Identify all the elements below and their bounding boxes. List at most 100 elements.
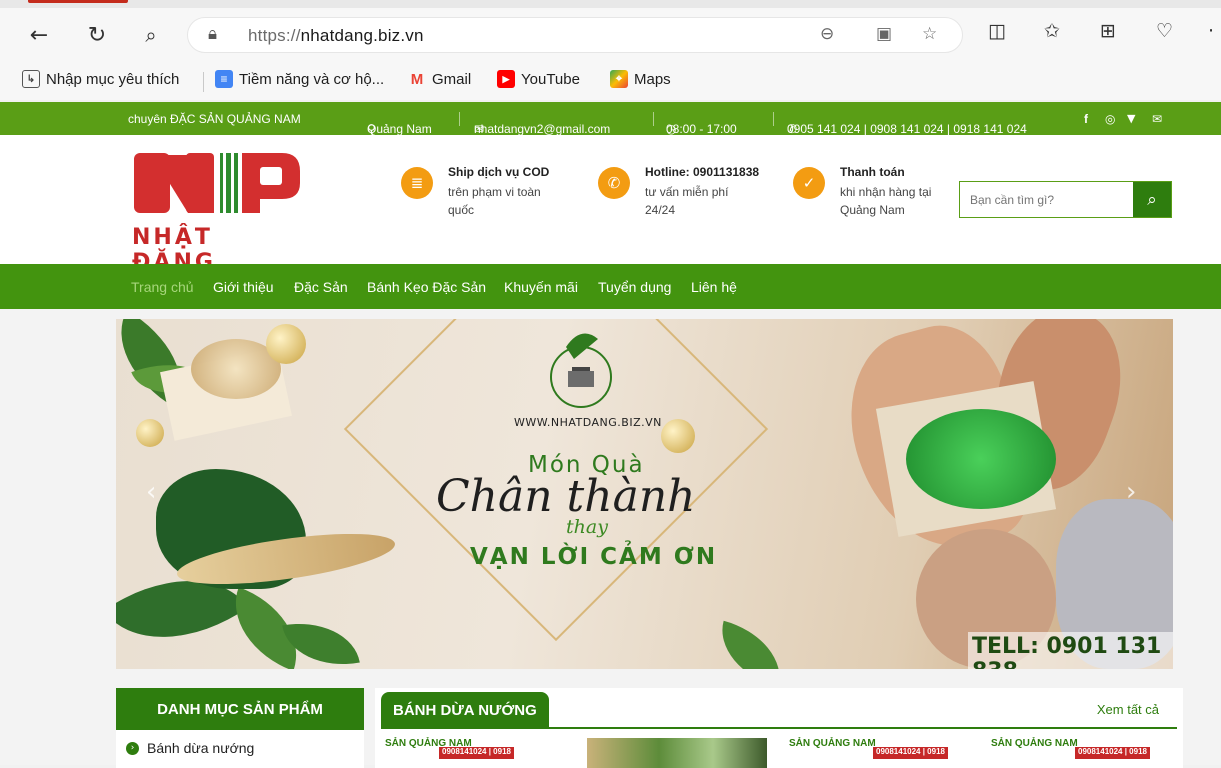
divider (653, 112, 654, 126)
zoom-icon[interactable]: ⊖ (820, 24, 834, 44)
bookmark-label: YouTube (521, 70, 580, 88)
payment-icon: ✓ (793, 167, 825, 199)
bookmark-gmail[interactable]: M Gmail (408, 70, 471, 88)
divider (459, 112, 460, 126)
logo-np-icon (134, 153, 300, 213)
bookmark-label: Nhập mục yêu thích (46, 70, 180, 88)
bookmarks-bar: ↳ Nhập mục yêu thích ≡ Tiềm năng và cơ h… (0, 64, 1221, 96)
favorites-icon[interactable]: ✩ (1044, 20, 1060, 42)
collections-icon[interactable]: ⊞ (1100, 20, 1116, 42)
category-item[interactable]: › Bánh dừa nướng (126, 740, 254, 756)
bookmark-label: Gmail (432, 70, 472, 88)
twitter-icon[interactable]: ▼ (1127, 112, 1135, 125)
nav-candy[interactable]: Bánh Kẹo Đặc Sản (367, 279, 486, 295)
search-icon[interactable]: ⌕ (136, 20, 166, 50)
thumb-phone: 0908141024 | 0918 (439, 747, 514, 759)
banner-phone: TELL: 0901 131 838 (968, 632, 1173, 669)
feature-subtitle: tư vấn miễn phí 24/24 (645, 185, 729, 217)
search-input[interactable] (960, 182, 1132, 217)
site-search: ⌕ (959, 181, 1172, 218)
specialty-seal-icon (550, 333, 612, 408)
section-title: BÁNH DỪA NƯỚNG (381, 692, 549, 728)
category-sidebar: DANH MỤC SẢN PHẨM › Bánh dừa nướng (116, 688, 364, 768)
nav-about[interactable]: Giới thiệu (213, 279, 274, 295)
chevron-right-icon[interactable]: › (1126, 477, 1136, 507)
site-logo[interactable]: NHẬT ĐĂNG (131, 149, 306, 275)
active-tab-indicator (28, 0, 128, 3)
banner-line-thanks: VẠN LỜI CẢM ƠN (470, 544, 718, 570)
hero-banner[interactable]: WWW.NHATDANG.BIZ.VN Món Quà Chân thành t… (116, 319, 1173, 669)
feature-subtitle: khi nhận hàng tại Quảng Nam (840, 185, 932, 217)
facebook-icon[interactable]: f (1084, 112, 1088, 126)
phone-text: 0905 141 024 | 0908 141 024 | 0918 141 0… (787, 122, 1027, 136)
refresh-icon[interactable]: ↻ (82, 20, 112, 50)
bookmark-import[interactable]: ↳ Nhập mục yêu thích (22, 70, 179, 88)
tagline: chuyên ĐẶC SẢN QUẢNG NAM (128, 112, 301, 126)
feature-title: Hotline: 0901131838 (645, 165, 760, 179)
search-button[interactable]: ⌕ (1133, 182, 1171, 217)
thumb-phone: 0908141024 | 0918 (1075, 747, 1150, 759)
bookmark-label: Maps (634, 70, 671, 88)
bookmark-label: Tiềm năng và cơ hộ... (239, 70, 385, 88)
search-icon: ⌕ (1147, 189, 1157, 210)
see-all-link[interactable]: Xem tất cả (1097, 702, 1159, 717)
product-thumbnail[interactable]: SẢN QUẢNG NAM 0908141024 | 0918 (789, 738, 969, 768)
gmail-icon: M (410, 70, 424, 88)
webpage: chuyên ĐẶC SẢN QUẢNG NAM ⚲ Quảng Nam ✉ n… (0, 102, 1221, 768)
chevron-left-icon[interactable]: ‹ (146, 477, 156, 507)
more-menu-icon[interactable]: · (1208, 20, 1214, 42)
hours-text: 08:00 - 17:00 (666, 122, 737, 136)
product-thumbnail[interactable]: SẢN QUẢNG NAM 0908141024 | 0918 (991, 738, 1171, 768)
section-underline (381, 727, 1177, 729)
bookmark-docs[interactable]: ≡ Tiềm năng và cơ hộ... (215, 70, 384, 88)
tab-strip (0, 0, 1221, 8)
nav-specialties[interactable]: Đặc Sản (294, 279, 348, 295)
bookmark-maps[interactable]: ⌖ Maps (610, 70, 671, 88)
thumb-label: SẢN QUẢNG NAM (789, 738, 876, 749)
nav-careers[interactable]: Tuyển dụng (598, 279, 671, 295)
green-bow-image (906, 409, 1056, 509)
product-thumbnail[interactable]: SẢN QUẢNG NAM 0908141024 | 0918 (385, 738, 565, 768)
read-aloud-icon[interactable]: ▣ (876, 24, 892, 44)
nav-home[interactable]: Trang chủ (131, 279, 194, 295)
thumb-label: SẢN QUẢNG NAM (991, 738, 1078, 749)
back-icon[interactable]: ← (24, 20, 54, 50)
product-thumbnail[interactable] (587, 738, 767, 768)
contact-topbar: chuyên ĐẶC SẢN QUẢNG NAM ⚲ Quảng Nam ✉ n… (0, 102, 1221, 136)
feature-title: Ship dịch vụ COD (448, 165, 550, 179)
lock-icon[interactable]: 🔒︎ (208, 24, 217, 44)
docs-icon: ≡ (215, 70, 233, 88)
category-title: DANH MỤC SẢN PHẨM (116, 688, 364, 730)
email-text: nhatdangvn2@gmail.com (474, 122, 611, 136)
divider (773, 112, 774, 126)
url-host: nhatdang.biz.vn (300, 26, 424, 45)
mail-social-icon[interactable]: ✉ (1152, 112, 1162, 126)
url-text[interactable]: https://nhatdang.biz.vn (248, 26, 424, 46)
star-ornament-image (136, 419, 164, 447)
nav-promotions[interactable]: Khuyến mãi (504, 279, 578, 295)
youtube-icon: ▶ (497, 70, 515, 88)
main-navigation: Trang chủ Giới thiệu Đặc Sản Bánh Kẹo Đặ… (0, 264, 1221, 309)
phone-icon: ✆ (598, 167, 630, 199)
feature-subtitle: trên phạm vi toàn quốc (448, 185, 541, 217)
url-protocol: https:// (248, 26, 301, 45)
banner-line-instead: thay (566, 516, 608, 538)
banner-url-text: WWW.NHATDANG.BIZ.VN (514, 416, 662, 429)
instagram-icon[interactable]: ◎ (1105, 112, 1115, 126)
favorite-star-icon[interactable]: ☆ (922, 24, 937, 44)
bookmark-youtube[interactable]: ▶ YouTube (497, 70, 580, 88)
chevron-right-icon: › (126, 741, 139, 755)
location-text: Quảng Nam (367, 122, 432, 136)
site-header: NHẬT ĐĂNG ≣ Ship dịch vụ COD trên phạm v… (0, 135, 1221, 275)
ornament-image (266, 324, 306, 364)
nav-contact[interactable]: Liên hệ (691, 279, 737, 295)
product-section: BÁNH DỪA NƯỚNG Xem tất cả SẢN QUẢNG NAM … (375, 688, 1183, 768)
thumb-phone: 0908141024 | 0918 (873, 747, 948, 759)
fern-decoration (710, 620, 792, 669)
maps-icon: ⌖ (610, 70, 628, 88)
feature-title: Thanh toán (840, 165, 905, 179)
split-screen-icon[interactable]: ◫ (988, 20, 1006, 42)
address-bar[interactable]: 🔒︎ https://nhatdang.biz.vn ⊖ ▣ ☆ (187, 17, 963, 53)
browser-essentials-icon[interactable]: ♡ (1156, 20, 1173, 42)
folder-import-icon: ↳ (22, 70, 40, 88)
